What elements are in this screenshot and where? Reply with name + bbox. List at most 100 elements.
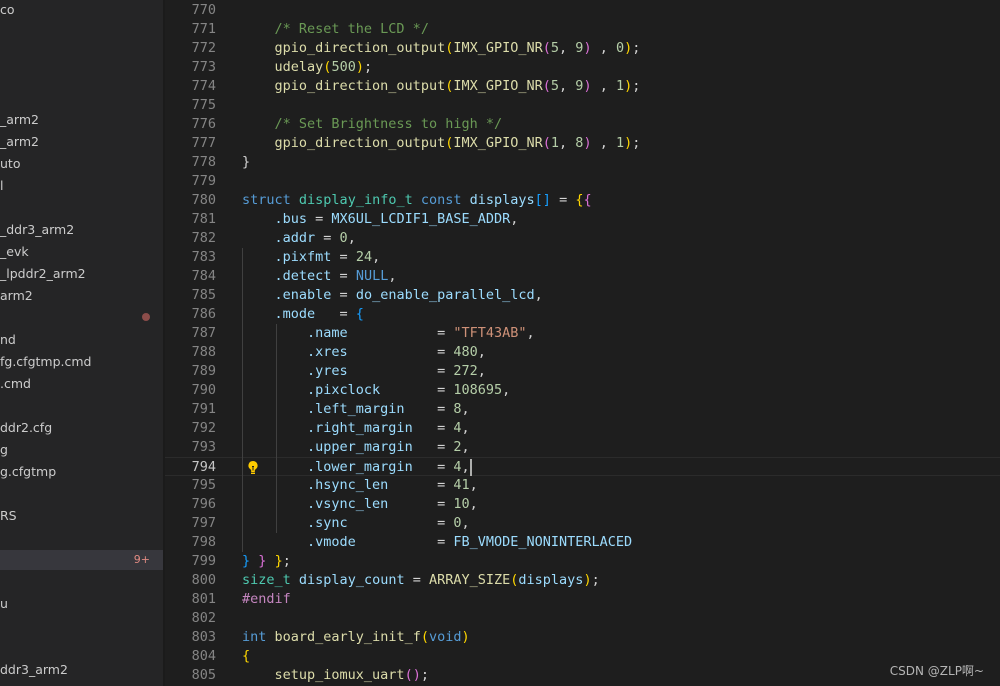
code-text: gpio_direction_output(IMX_GPIO_NR(5, 9) … xyxy=(242,39,641,58)
code-line[interactable]: 774 gpio_direction_output(IMX_GPIO_NR(5,… xyxy=(165,77,1000,96)
code-line[interactable]: 805 setup_iomux_uart(); xyxy=(165,666,1000,685)
line-number: 792 xyxy=(191,420,216,436)
explorer-item[interactable]: uto xyxy=(0,154,163,174)
code-line[interactable]: 770 xyxy=(165,1,1000,20)
code-line[interactable]: 785 .enable = do_enable_parallel_lcd, xyxy=(165,286,1000,305)
code-text: .name = "TFT43AB", xyxy=(242,324,535,343)
explorer-item[interactable]: .cmd xyxy=(0,374,163,394)
explorer-item[interactable]: l xyxy=(0,176,163,196)
code-token: const xyxy=(420,192,462,208)
code-token: ) xyxy=(583,572,592,588)
explorer-item-label: uto xyxy=(0,156,21,171)
code-token: , xyxy=(477,363,486,379)
code-text: .vsync_len = 10, xyxy=(242,495,478,514)
code-token: do_enable_parallel_lcd xyxy=(355,287,535,303)
code-line[interactable]: 793 .upper_margin = 2, xyxy=(165,438,1000,457)
line-number: 771 xyxy=(191,21,216,37)
explorer-item[interactable]: ddr3_arm2 xyxy=(0,660,163,680)
code-line[interactable]: 772 gpio_direction_output(IMX_GPIO_NR(5,… xyxy=(165,39,1000,58)
code-token: /* Reset the LCD */ xyxy=(274,21,429,37)
code-line[interactable]: 786 .mode = { xyxy=(165,305,1000,324)
code-token: = xyxy=(331,287,356,303)
code-line[interactable]: 791 .left_margin = 8, xyxy=(165,400,1000,419)
indent-guide xyxy=(276,324,277,533)
code-line[interactable]: 804 { xyxy=(165,647,1000,666)
explorer-item[interactable]: ddr2.cfg xyxy=(0,418,163,438)
code-editor[interactable]: 770 771 /* Reset the LCD */772 gpio_direc… xyxy=(165,0,1000,686)
code-line[interactable]: 798 .vmode = FB_VMODE_NONINTERLACED xyxy=(165,533,1000,552)
explorer-item[interactable]: RS xyxy=(0,506,163,526)
explorer-item[interactable]: _arm2 xyxy=(0,132,163,152)
current-code-line[interactable]: 794 .lower_margin = 4, xyxy=(165,457,1000,476)
code-line[interactable]: 781 .bus = MX6UL_LCDIF1_BASE_ADDR, xyxy=(165,210,1000,229)
code-line[interactable]: 779 xyxy=(165,172,1000,191)
code-line[interactable]: 801 #endif xyxy=(165,590,1000,609)
code-line[interactable]: 795 .hsync_len = 41, xyxy=(165,476,1000,495)
code-token: udelay xyxy=(274,59,324,75)
explorer-item[interactable]: 9+ xyxy=(0,550,163,570)
code-line[interactable]: 778} xyxy=(165,153,1000,172)
explorer-item[interactable]: u xyxy=(0,594,163,614)
code-line[interactable]: 799} } }; xyxy=(165,552,1000,571)
code-token: = xyxy=(404,572,429,588)
line-number: 784 xyxy=(191,268,216,284)
code-text: } } }; xyxy=(242,552,291,571)
code-token: .upper_margin xyxy=(307,439,413,455)
line-number: 794 xyxy=(191,459,216,475)
code-line[interactable]: 784 .detect = NULL, xyxy=(165,267,1000,286)
explorer-item[interactable]: g.cfgtmp xyxy=(0,462,163,482)
explorer-item[interactable]: _arm2 xyxy=(0,110,163,130)
code-line[interactable]: 783 .pixfmt = 24, xyxy=(165,248,1000,267)
explorer-item[interactable]: _ddr3_arm2 xyxy=(0,220,163,240)
explorer-item-label: _evk xyxy=(0,244,29,259)
code-line[interactable]: 800 size_t display_count = ARRAY_SIZE(dis… xyxy=(165,571,1000,590)
explorer-item[interactable] xyxy=(0,307,163,327)
watermark: CSDN @ZLP啊~ xyxy=(889,664,984,678)
line-number: 780 xyxy=(191,192,216,208)
explorer-item-label: fg.cfgtmp.cmd xyxy=(0,354,92,369)
code-line[interactable]: 780 struct display_info_t const displays[… xyxy=(165,191,1000,210)
code-token: ) xyxy=(583,40,592,56)
explorer-item[interactable]: g xyxy=(0,440,163,460)
code-line[interactable]: 771 /* Reset the LCD */ xyxy=(165,20,1000,39)
code-line[interactable]: 782 .addr = 0, xyxy=(165,229,1000,248)
code-line[interactable]: 773 udelay(500); xyxy=(165,58,1000,77)
explorer-item[interactable]: _lpddr2_arm2 xyxy=(0,264,163,284)
code-token: { xyxy=(355,306,364,322)
explorer-item[interactable]: _evk xyxy=(0,242,163,262)
line-number: 788 xyxy=(191,344,216,360)
code-token: = xyxy=(331,268,356,284)
code-line[interactable]: 790 .pixclock = 108695, xyxy=(165,381,1000,400)
code-token: = xyxy=(550,192,576,208)
code-line[interactable]: 792 .right_margin = 4, xyxy=(165,419,1000,438)
explorer-item-label: ddr2.cfg xyxy=(0,420,53,435)
code-line[interactable]: 776 /* Set Brightness to high */ xyxy=(165,115,1000,134)
code-line[interactable]: 789 .yres = 272, xyxy=(165,362,1000,381)
code-line[interactable]: 775 xyxy=(165,96,1000,115)
code-token: , xyxy=(559,135,576,151)
code-line[interactable]: 797 .sync = 0, xyxy=(165,514,1000,533)
code-line[interactable]: 796 .vsync_len = 10, xyxy=(165,495,1000,514)
code-token: NULL xyxy=(355,268,389,284)
explorer-item[interactable]: nd xyxy=(0,330,163,350)
code-token: "TFT43AB" xyxy=(453,325,527,341)
indent-guide xyxy=(242,248,243,552)
code-token: ; xyxy=(632,78,641,94)
code-token: 24 xyxy=(355,249,373,265)
code-line[interactable]: 803 int board_early_init_f(void) xyxy=(165,628,1000,647)
explorer-item[interactable]: fg.cfgtmp.cmd xyxy=(0,352,163,372)
code-token: ; xyxy=(363,59,373,75)
code-token: ( xyxy=(404,667,413,683)
code-line[interactable]: 802 xyxy=(165,609,1000,628)
code-line[interactable]: 788 .xres = 480, xyxy=(165,343,1000,362)
code-line[interactable]: 777 gpio_direction_output(IMX_GPIO_NR(1,… xyxy=(165,134,1000,153)
code-line[interactable]: 787 .name = "TFT43AB", xyxy=(165,324,1000,343)
explorer-item[interactable]: co xyxy=(0,0,163,20)
line-number: 775 xyxy=(191,97,216,113)
explorer-item[interactable]: arm2 xyxy=(0,286,163,306)
